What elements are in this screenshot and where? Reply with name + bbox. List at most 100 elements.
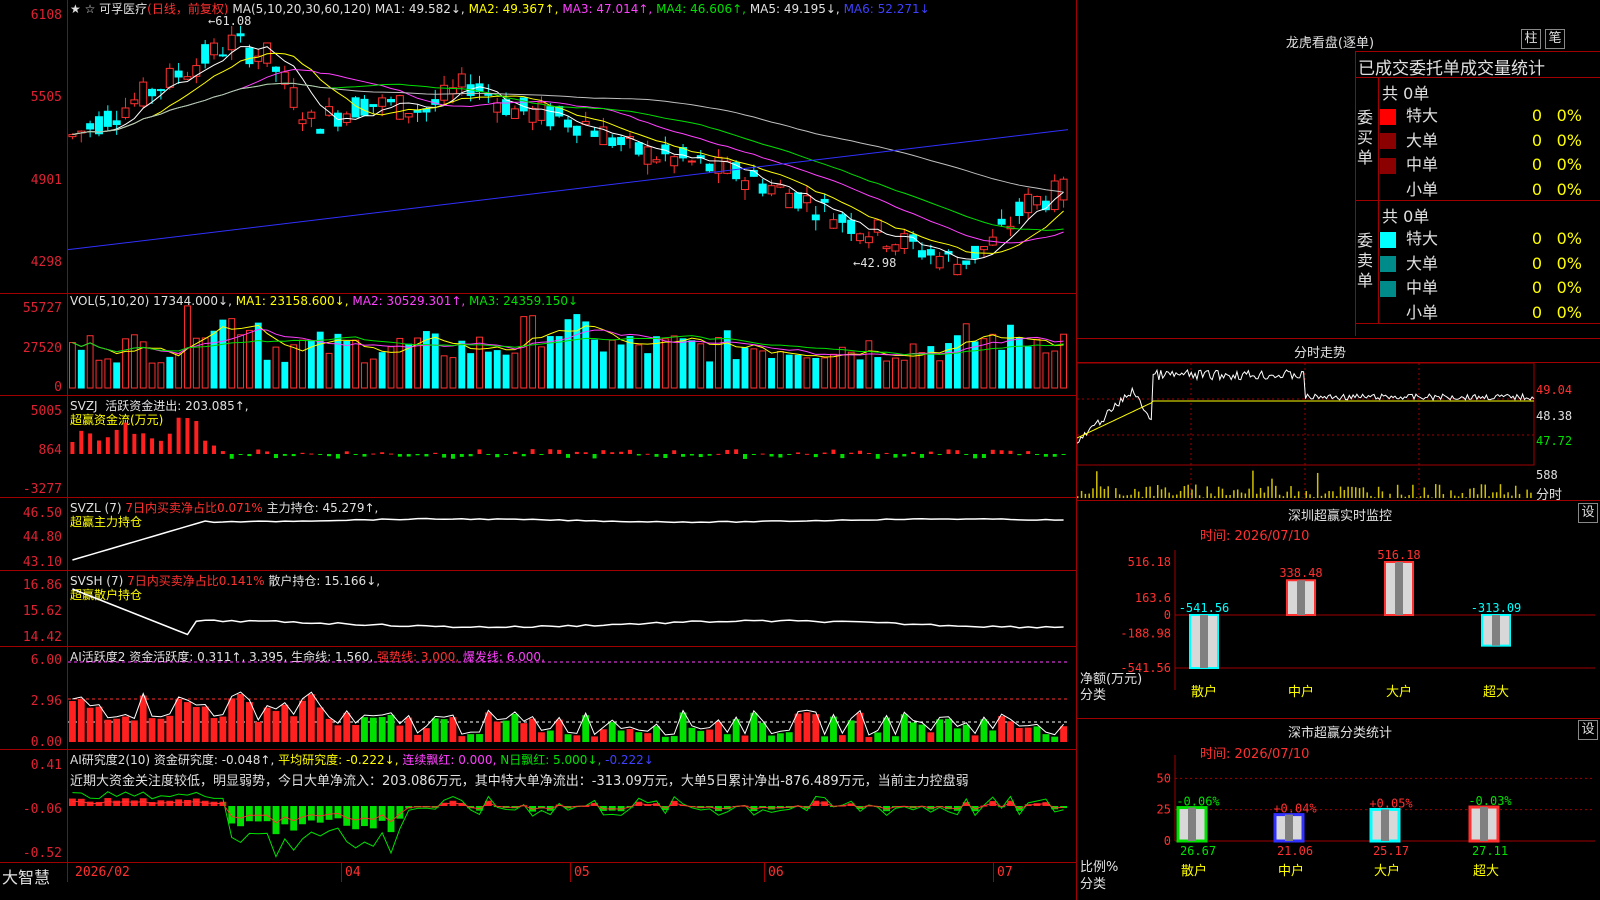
date-divider <box>341 862 342 882</box>
activity-bar <box>467 734 475 742</box>
net-flow-value-label: 338.48 <box>1279 566 1322 580</box>
research-bar <box>245 806 253 822</box>
sz-classify-settings-button[interactable]: 设 <box>1578 720 1598 740</box>
volume-bar <box>272 346 280 389</box>
price-header: ★ ☆ 可孚医疗(日线，前复权) MA(5,10,20,30,60,120) M… <box>70 2 930 16</box>
candle-up <box>785 192 794 209</box>
candle-down <box>997 218 1006 225</box>
fund-flow-chart[interactable] <box>68 398 1076 497</box>
research-bar <box>263 806 271 822</box>
main-holding-chart[interactable] <box>68 500 1076 570</box>
buy-total: 共 0单 <box>1382 84 1430 103</box>
date-tick: 05 <box>574 865 590 880</box>
intraday-vol-bar <box>1499 484 1502 498</box>
candlestick-chart[interactable] <box>68 18 1076 293</box>
intraday-vol-bar <box>1294 495 1296 498</box>
net-flow-value-label: -313.09 <box>1471 601 1522 615</box>
bar-mode-button[interactable]: 柱 <box>1521 29 1541 49</box>
candle-up <box>670 156 679 167</box>
order-size-label: 大单 <box>1406 253 1439 273</box>
activity-bar <box>927 732 935 742</box>
sep-svsh-ai <box>0 646 1076 647</box>
intraday-vol-bar <box>1099 486 1102 498</box>
intraday-vol-bar <box>1145 486 1148 498</box>
intraday-vol-bar <box>1202 497 1205 498</box>
candle-down <box>909 234 918 242</box>
candle-up <box>528 107 537 123</box>
volume-bar <box>219 319 227 389</box>
order-pct: 0% <box>1556 253 1582 273</box>
intraday-vol-bar <box>1415 497 1418 498</box>
pen-mode-button[interactable]: 笔 <box>1545 29 1565 49</box>
candle-up <box>395 95 404 120</box>
intraday-vol-bar <box>1248 488 1250 498</box>
candle-down <box>590 130 599 137</box>
activity-bar <box>122 716 129 742</box>
activity-bar <box>184 702 191 742</box>
order-count: 0 <box>1531 253 1542 273</box>
candle-up <box>829 219 838 229</box>
volume-bar <box>900 359 908 389</box>
order-pct: 0% <box>1556 302 1582 322</box>
candle-down <box>86 123 95 130</box>
candle-up <box>1024 193 1033 214</box>
activity-bar <box>299 700 306 742</box>
activity-bar <box>962 724 970 742</box>
order-pct: 0% <box>1556 155 1582 174</box>
sep-svzj-svzl <box>0 497 1076 498</box>
volume-bar <box>104 358 112 389</box>
fund-flow-bar <box>70 441 75 454</box>
order-pct: 0% <box>1556 179 1582 199</box>
intraday-y-label: 48.38 <box>1536 409 1573 423</box>
buy-order-row: 中单 0 0% <box>1380 151 1582 175</box>
color-swatch <box>1380 157 1396 174</box>
ma2-value: MA2: 49.367↑, <box>468 2 559 16</box>
volume-bar <box>254 322 262 389</box>
intraday-vol-bar <box>1347 486 1349 498</box>
intraday-vol-bar <box>1187 484 1189 498</box>
stock-name[interactable]: 可孚医疗 <box>99 2 147 16</box>
intraday-vol-bar <box>1107 486 1109 498</box>
sz-monitor-chart[interactable]: 516.18 163.6 0 -188.98 -541.56 -541.56 散户 338.4… <box>1077 540 1600 715</box>
retail-holding-chart[interactable] <box>68 573 1076 646</box>
volume-bar <box>856 359 864 389</box>
activity-bar <box>237 694 244 742</box>
intraday-vol-bar <box>1526 489 1528 498</box>
candle-up <box>457 73 466 88</box>
volume-bar <box>157 362 165 389</box>
volume-bar <box>653 336 660 389</box>
candle-down <box>811 214 820 221</box>
candle-up <box>68 134 77 138</box>
activity-bar <box>644 733 652 742</box>
fund-flow-bar <box>778 454 783 458</box>
intraday-vol-bar <box>1454 495 1456 498</box>
candle-down <box>316 128 325 134</box>
volume-chart[interactable] <box>68 296 1076 395</box>
fund-flow-bar <box>875 454 880 459</box>
intraday-vol-bar <box>1465 497 1467 498</box>
order-count: 0 <box>1531 130 1542 150</box>
fund-flow-bar <box>734 449 739 454</box>
intraday-vol-bar <box>1442 494 1445 498</box>
net-flow-bar-shade <box>1492 615 1500 646</box>
intraday-vol-bar <box>1172 495 1174 498</box>
fund-flow-bar <box>566 454 570 458</box>
intraday-chart[interactable] <box>1077 363 1535 499</box>
sz-classify-chart[interactable]: 7550250-0.06%26.67散户+0.04%21.06中户+0.05%2… <box>1077 755 1600 900</box>
activity-bar <box>1042 734 1050 742</box>
activity-bar <box>219 716 227 742</box>
fund-flow-bar <box>79 430 84 454</box>
fund-flow-bar <box>495 454 500 458</box>
fund-flow-bar <box>822 452 827 454</box>
intraday-vol-bar <box>1214 496 1216 498</box>
ai-activity-chart[interactable] <box>68 649 1076 749</box>
volume-bar <box>971 341 979 389</box>
ai-research-chart[interactable] <box>68 752 1076 862</box>
research-bar <box>254 806 262 822</box>
intraday-vol-bar <box>1164 487 1167 498</box>
fund-flow-bar <box>539 454 544 455</box>
intraday-vol-bar <box>1423 487 1426 498</box>
sz-monitor-settings-button[interactable]: 设 <box>1578 503 1598 523</box>
activity-bar <box>529 718 537 742</box>
fund-flow-bar <box>167 433 172 454</box>
